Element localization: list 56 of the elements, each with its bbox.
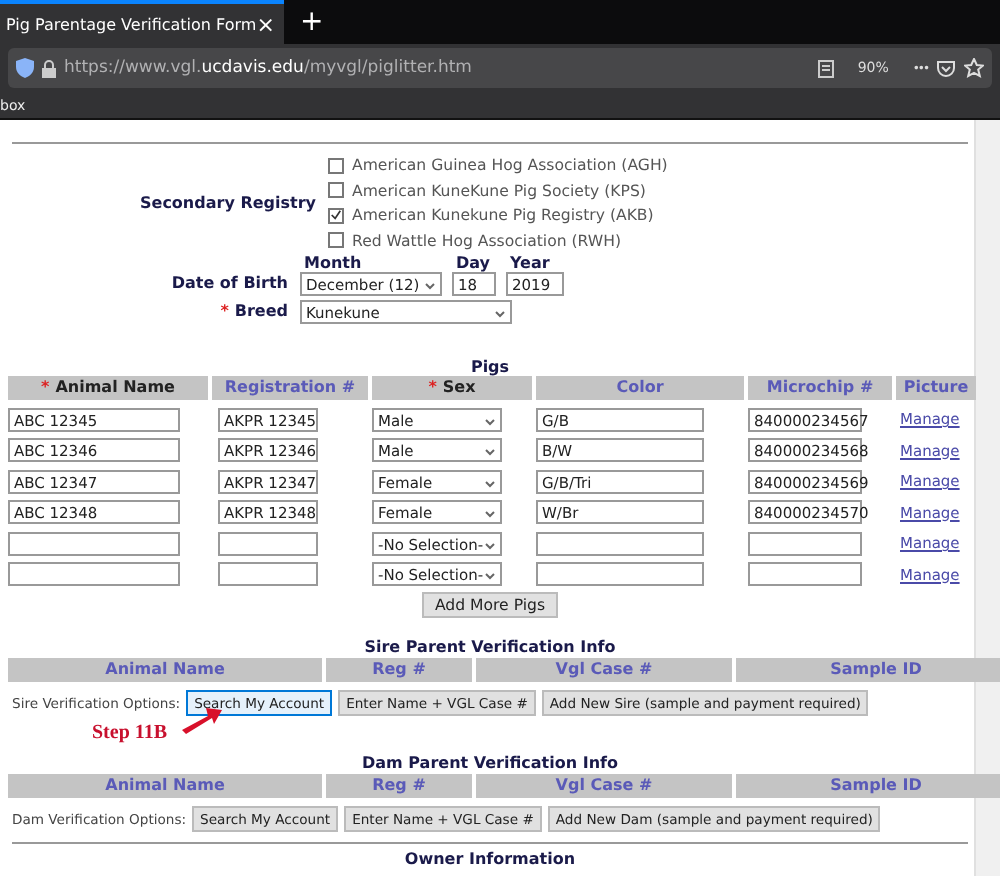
section-title: Owner Information (402, 850, 578, 868)
name-input[interactable] (8, 531, 180, 555)
shield-icon (16, 58, 34, 78)
column-header: Registration # (212, 376, 368, 400)
column-header: Reg # (326, 658, 472, 682)
color-input[interactable] (536, 531, 704, 555)
checkbox[interactable] (328, 157, 344, 174)
caret-icon (484, 508, 496, 520)
column-header: * Animal Name (8, 376, 208, 400)
field-label: Year (508, 254, 552, 272)
section-title: Pigs (468, 358, 512, 376)
caret-icon (484, 570, 496, 582)
field-label: Date of Birth (169, 274, 290, 296)
url-text: https://www.vgl.ucdavis.edu/myvgl/piglitter.htm (64, 58, 474, 78)
caret-icon (424, 280, 436, 292)
checkbox[interactable] (328, 182, 344, 199)
checkbox[interactable] (328, 207, 344, 224)
column-header: Sample ID (736, 658, 1000, 682)
column-header: Reg # (326, 774, 472, 798)
browser-tab[interactable]: Pig Parentage Verification Form× (0, 0, 284, 44)
microchip-input[interactable] (748, 562, 862, 586)
registration-input[interactable] (218, 531, 318, 555)
column-header: Vgl Case # (476, 774, 732, 798)
column-header: Animal Name (8, 774, 322, 798)
color-input[interactable] (536, 562, 704, 586)
scrollbar[interactable] (974, 120, 1000, 876)
star-icon (964, 58, 984, 78)
column-header: Vgl Case # (476, 658, 732, 682)
section-title: Dam Parent Verification Info (359, 754, 620, 772)
column-header: Picture (896, 376, 976, 400)
caret-icon (484, 415, 496, 427)
field-label: Day (454, 254, 493, 272)
close-icon[interactable]: × (256, 11, 275, 37)
field-label: Breed (234, 302, 288, 320)
pocket-icon (936, 59, 956, 77)
caret-icon (484, 539, 496, 551)
required-mark: * (220, 302, 229, 320)
column-header: Microchip # (748, 376, 892, 400)
checkbox[interactable] (328, 232, 344, 249)
reader-view-icon (817, 59, 834, 77)
field-label: Month (302, 254, 364, 272)
field-label: Secondary Registry (138, 194, 318, 212)
caret-icon (484, 446, 496, 458)
section-title: Sire Parent Verification Info (362, 638, 618, 656)
new-tab-button[interactable]: + (284, 0, 340, 44)
column-header: Sample ID (736, 774, 1000, 798)
lock-icon (42, 59, 56, 77)
column-header: * Sex (372, 376, 532, 400)
column-header: Color (536, 376, 744, 400)
caret-icon (494, 308, 506, 320)
microchip-input[interactable] (748, 531, 862, 555)
name-input[interactable] (8, 562, 180, 586)
registration-input[interactable] (218, 562, 318, 586)
step-annotation: Step 11B (92, 722, 168, 744)
caret-icon (484, 477, 496, 489)
column-header: Animal Name (8, 658, 322, 682)
